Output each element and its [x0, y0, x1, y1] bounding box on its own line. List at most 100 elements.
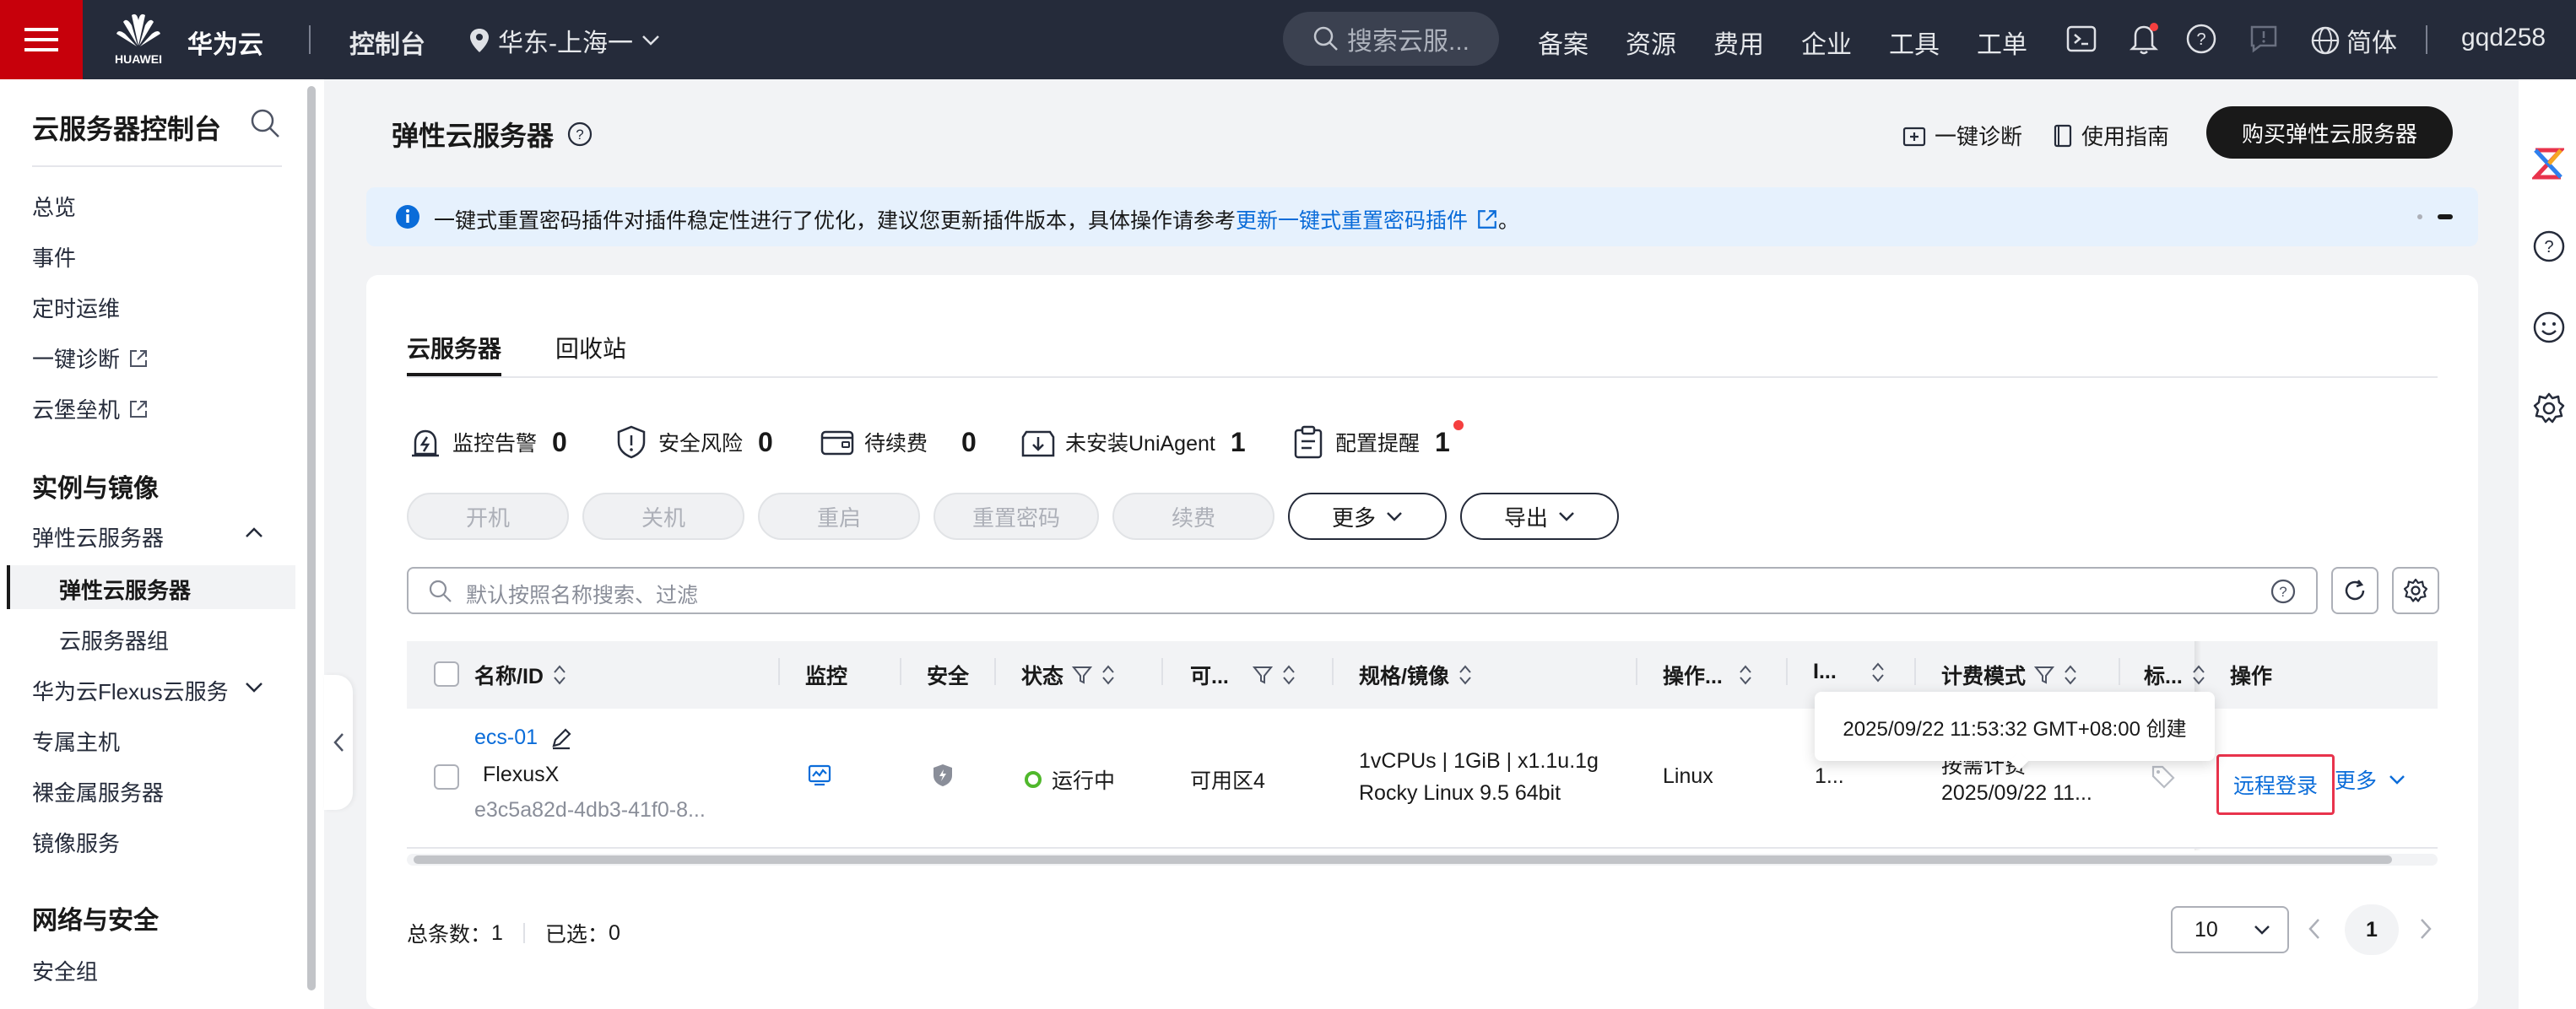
- region-selector[interactable]: 华东-上海一: [469, 22, 660, 59]
- export-button[interactable]: 导出: [1460, 493, 1619, 540]
- edit-pencil-icon[interactable]: [549, 726, 573, 750]
- sidebar-item-ecs-active[interactable]: 弹性云服务器: [7, 565, 295, 609]
- nav-resources[interactable]: 资源: [1626, 24, 1676, 61]
- filter-icon[interactable]: [2034, 665, 2055, 685]
- column-separator[interactable]: [2119, 658, 2120, 685]
- server-name-link[interactable]: ecs-01: [474, 726, 538, 750]
- filter-icon[interactable]: [1252, 665, 1273, 685]
- sidebar-item-flexus[interactable]: 华为云Flexus云服务: [32, 675, 229, 706]
- table-settings-button[interactable]: [2392, 567, 2439, 614]
- page-size-select[interactable]: 10: [2171, 906, 2289, 953]
- nav-enterprise[interactable]: 企业: [1801, 24, 1852, 61]
- guide-button[interactable]: 使用指南: [2053, 120, 2169, 151]
- sort-icon[interactable]: [1281, 663, 1296, 687]
- refresh-button[interactable]: [2331, 567, 2378, 614]
- sidebar-item-bare-metal[interactable]: 裸金属服务器: [32, 776, 164, 807]
- tab-servers[interactable]: 云服务器: [407, 331, 501, 364]
- menu-button[interactable]: [0, 0, 83, 79]
- huawei-logo[interactable]: HUAWEI: [113, 12, 164, 67]
- column-separator[interactable]: [1914, 658, 1916, 685]
- header-spec[interactable]: 规格/镜像: [1359, 660, 1473, 690]
- sidebar-item-scheduled-ops[interactable]: 定时运维: [32, 292, 120, 323]
- carousel-dot-active[interactable]: [2438, 214, 2453, 219]
- sidebar-item-security-group[interactable]: 安全组: [32, 955, 98, 986]
- language-selector[interactable]: 简体: [2311, 22, 2397, 59]
- reset-password-button[interactable]: 重置密码: [934, 493, 1099, 540]
- start-button[interactable]: 开机: [407, 493, 569, 540]
- header-ip[interactable]: I...: [1813, 660, 1886, 684]
- user-menu[interactable]: gqd258: [2461, 24, 2546, 52]
- external-link-icon[interactable]: [1476, 208, 1498, 230]
- notifications-button[interactable]: [2129, 22, 2159, 56]
- chevron-down-icon[interactable]: [245, 682, 263, 693]
- tab-recycle-bin[interactable]: 回收站: [555, 331, 626, 364]
- sort-icon[interactable]: [1870, 661, 1886, 684]
- carousel-dot[interactable]: [2417, 214, 2422, 219]
- help-button[interactable]: ?: [2186, 24, 2216, 54]
- ai-assistant-button[interactable]: [2532, 147, 2564, 181]
- rail-help-button[interactable]: ?: [2532, 229, 2566, 263]
- diagnose-button[interactable]: 一键诊断: [1902, 120, 2022, 151]
- stat-config-reminder[interactable]: 配置提醒 1: [1290, 424, 1450, 461]
- tag-button[interactable]: [2151, 764, 2176, 790]
- filter-icon[interactable]: [1072, 665, 1093, 685]
- help-circle-icon[interactable]: ?: [2270, 579, 2296, 604]
- header-os[interactable]: 操作...: [1663, 660, 1753, 690]
- nav-tools[interactable]: 工具: [1889, 24, 1940, 61]
- sidebar-item-overview[interactable]: 总览: [32, 191, 76, 222]
- sidebar-item-images[interactable]: 镜像服务: [32, 827, 120, 858]
- sort-icon[interactable]: [552, 663, 567, 687]
- column-separator[interactable]: [1161, 658, 1163, 685]
- sidebar-item-diagnose[interactable]: 一键诊断: [32, 343, 149, 374]
- column-separator[interactable]: [1786, 658, 1788, 685]
- more-actions-button[interactable]: 更多: [1288, 493, 1447, 540]
- filter-search-box[interactable]: 默认按照名称搜索、过滤 ?: [407, 567, 2318, 614]
- sidebar-item-dedicated-host[interactable]: 专属主机: [32, 726, 120, 757]
- stat-security-risk[interactable]: 安全风险 0: [613, 424, 773, 461]
- sidebar-item-ecs-parent[interactable]: 弹性云服务器: [32, 521, 164, 553]
- help-circle-icon[interactable]: ?: [567, 121, 593, 147]
- remote-login-button[interactable]: 远程登录: [2216, 754, 2335, 815]
- sort-icon[interactable]: [2063, 663, 2078, 687]
- restart-button[interactable]: 重启: [758, 493, 920, 540]
- row-checkbox[interactable]: [434, 764, 459, 790]
- stop-button[interactable]: 关机: [582, 493, 744, 540]
- nav-tickets[interactable]: 工单: [1977, 24, 2027, 61]
- cloud-shell-button[interactable]: [2066, 25, 2097, 52]
- rail-feedback-button[interactable]: [2532, 310, 2566, 344]
- column-separator[interactable]: [900, 658, 901, 685]
- column-separator[interactable]: [778, 658, 780, 685]
- sidebar-item-events[interactable]: 事件: [32, 241, 76, 272]
- page-number-current[interactable]: 1: [2345, 904, 2399, 955]
- header-az[interactable]: 可...: [1190, 660, 1296, 690]
- column-separator[interactable]: [1636, 658, 1637, 685]
- nav-billing[interactable]: 费用: [1713, 24, 1764, 61]
- sort-icon[interactable]: [1458, 663, 1473, 687]
- notice-link[interactable]: 更新一键式重置密码插件: [1236, 204, 1468, 235]
- column-separator[interactable]: [994, 658, 996, 685]
- sidebar-scrollbar[interactable]: [307, 86, 316, 990]
- global-search[interactable]: 搜索云服...: [1283, 12, 1499, 66]
- prev-page-button[interactable]: [2308, 918, 2321, 940]
- rail-settings-button[interactable]: [2532, 391, 2566, 425]
- brand-name[interactable]: 华为云: [187, 24, 263, 61]
- column-separator[interactable]: [1332, 658, 1334, 685]
- sidebar-search-button[interactable]: [250, 108, 280, 138]
- chevron-up-icon[interactable]: [245, 526, 263, 538]
- sidebar-item-bastion[interactable]: 云堡垒机: [32, 393, 149, 424]
- stat-uniagent[interactable]: 未安装UniAgent 1: [1020, 424, 1246, 461]
- stat-pending-renewal[interactable]: 待续费 0: [819, 424, 977, 461]
- sidebar-item-ecs-group[interactable]: 云服务器组: [59, 624, 169, 656]
- feedback-button[interactable]: [2249, 24, 2279, 54]
- header-billing[interactable]: 计费模式: [1941, 660, 2078, 690]
- security-shield-button[interactable]: [930, 763, 955, 788]
- sort-icon[interactable]: [1738, 663, 1753, 687]
- stat-monitor-alarm[interactable]: 监控告警 0: [407, 424, 567, 461]
- sort-icon[interactable]: [1101, 663, 1116, 687]
- nav-beian[interactable]: 备案: [1538, 24, 1588, 61]
- monitor-chart-button[interactable]: [807, 763, 832, 788]
- table-scrollbar-thumb[interactable]: [414, 855, 2392, 864]
- buy-ecs-button[interactable]: 购买弹性云服务器: [2206, 106, 2453, 159]
- header-status[interactable]: 状态: [1021, 660, 1116, 690]
- sidebar-collapse-handle[interactable]: [324, 675, 353, 810]
